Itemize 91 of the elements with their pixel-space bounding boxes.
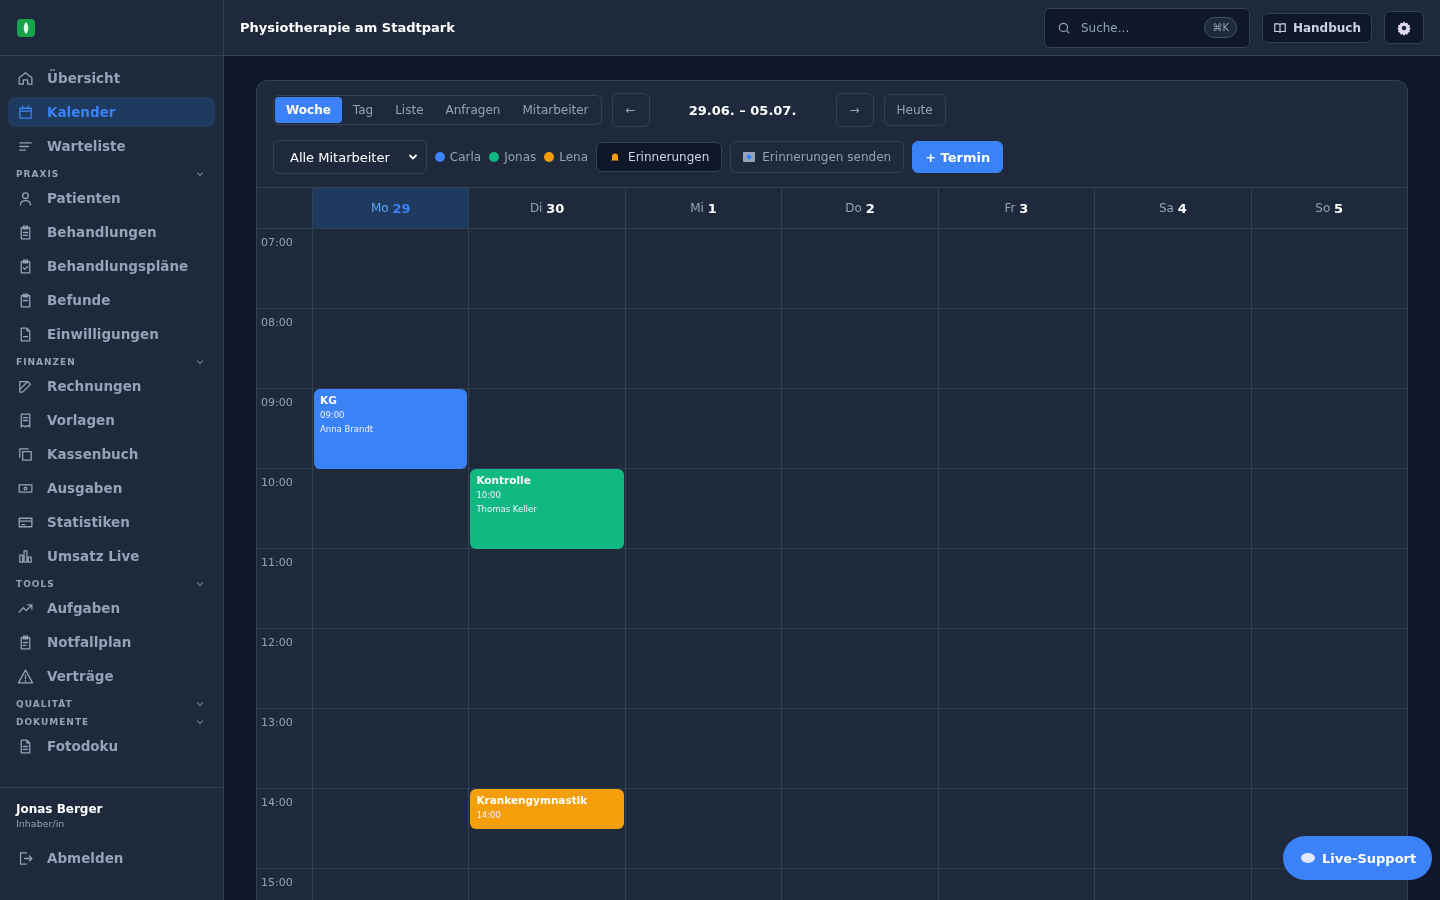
view-tab[interactable]: Tag: [341, 97, 385, 123]
nav-item[interactable]: Behandlungen: [8, 217, 215, 247]
logout-link[interactable]: Abmelden: [8, 843, 215, 873]
day-header[interactable]: Mi 1: [625, 188, 782, 229]
section-heading: TOOLS: [16, 579, 55, 589]
staff-name: Jonas: [504, 150, 537, 164]
nav-item[interactable]: Warteliste: [8, 131, 215, 161]
day-header[interactable]: Mo 29: [313, 188, 469, 229]
view-tab[interactable]: Mitarbeiter: [511, 97, 600, 123]
shortcut-badge: ⌘K: [1204, 17, 1237, 38]
section-heading: QUALITÄT: [16, 699, 73, 709]
nav-item[interactable]: Rechnungen: [8, 371, 215, 401]
settings-button[interactable]: [1384, 11, 1424, 44]
appointment-title: KG: [320, 394, 338, 406]
nav-item[interactable]: Befunde: [8, 285, 215, 315]
user-icon: [17, 189, 34, 207]
previous-button[interactable]: ←: [611, 93, 650, 127]
settings-icon: [1396, 19, 1412, 36]
nav-item[interactable]: Umsatz Live: [8, 541, 215, 571]
chevron-down-icon[interactable]: [195, 579, 205, 589]
hour-label: 13:00: [260, 715, 294, 729]
hour-label: 12:00: [260, 635, 294, 649]
view-tab[interactable]: Anfragen: [434, 97, 512, 123]
section-heading: DOKUMENTE: [16, 717, 90, 727]
nav-item[interactable]: Aufgaben: [8, 593, 215, 623]
day-header[interactable]: Di 30: [469, 188, 625, 229]
nav-item[interactable]: Statistiken: [8, 507, 215, 537]
warning-icon: [17, 667, 34, 685]
page-title: Physiotherapie am Stadtpark: [240, 20, 456, 35]
appointment-time: 14:00: [476, 810, 502, 820]
hour-label: 15:00: [260, 875, 294, 889]
hour-label: 10:00: [260, 475, 294, 489]
nav-item[interactable]: Ausgaben: [8, 473, 215, 503]
appointment-time: 10:00: [476, 490, 502, 500]
chevron-down-icon: [407, 152, 418, 162]
hour-label: 09:00: [260, 395, 294, 409]
section-heading: FINANZEN: [16, 357, 76, 367]
appointment-block[interactable]: KG 09:00 Anna Brandt: [314, 389, 468, 469]
reminders-button[interactable]: Erinnerungen: [596, 142, 723, 172]
appointment-title: Krankengymnastik: [476, 794, 589, 806]
day-header[interactable]: So 5: [1251, 188, 1407, 229]
today-button[interactable]: Heute: [883, 94, 946, 126]
hour-label: 11:00: [260, 555, 294, 569]
section-heading: PRAXIS: [16, 169, 60, 179]
nav-item[interactable]: Fotodoku: [8, 731, 215, 761]
leaf-logo-icon: [17, 18, 35, 37]
chevron-down-icon[interactable]: [195, 169, 205, 179]
nav-item[interactable]: Notfallplan: [8, 627, 215, 657]
patient-name: Thomas Keller: [476, 504, 538, 514]
day-header[interactable]: Fr 3: [938, 188, 1095, 229]
book-icon: [1272, 20, 1287, 35]
nav-item[interactable]: Verträge: [8, 661, 215, 691]
nav-item[interactable]: Vorlagen: [8, 405, 215, 435]
view-tab[interactable]: Liste: [384, 97, 435, 123]
nav-item[interactable]: Übersicht: [8, 63, 215, 93]
hour-label: 14:00: [260, 795, 294, 809]
user-name: Jonas Berger: [14, 802, 104, 816]
day-header[interactable]: Sa 4: [1095, 188, 1251, 229]
chevron-down-icon[interactable]: [195, 357, 205, 367]
view-tab[interactable]: Woche: [275, 97, 342, 123]
patient-name: Anna Brandt: [320, 424, 375, 434]
day-header[interactable]: Do 2: [782, 188, 938, 229]
live-support-button[interactable]: Live-Support: [1283, 836, 1433, 880]
user-role: Inhaber/in: [15, 818, 66, 829]
new-appointment-button[interactable]: + Termin: [912, 141, 1004, 173]
staff-name: Carla: [449, 150, 482, 164]
search-icon: [1056, 20, 1071, 35]
calendar-icon: [17, 103, 34, 121]
hour-label: 08:00: [260, 315, 294, 329]
date-range: 29.06. – 05.07.: [687, 102, 798, 118]
hour-label: 07:00: [260, 235, 294, 249]
bar-chart-icon: [17, 547, 34, 565]
nav-item[interactable]: Kalender: [8, 97, 215, 127]
nav-item[interactable]: Einwilligungen: [8, 319, 215, 349]
copy-icon: [17, 445, 34, 463]
nav-item[interactable]: Behandlungspläne: [8, 251, 215, 281]
staff-name: Lena: [559, 150, 589, 164]
home-icon: [17, 69, 34, 87]
chat-bubble-icon: [1301, 853, 1315, 863]
nav-item[interactable]: Patienten: [8, 183, 215, 213]
staff-select[interactable]: Alle Mitarbeiter: [273, 140, 427, 174]
send-reminders-button[interactable]: Erinnerungen senden: [730, 141, 905, 173]
logout-icon: [17, 849, 34, 867]
envelope-icon: [743, 152, 756, 162]
manual-button[interactable]: Handbuch: [1261, 12, 1372, 43]
next-button[interactable]: →: [835, 93, 874, 127]
appointment-title: Kontrolle: [476, 474, 532, 486]
nav-item[interactable]: Kassenbuch: [8, 439, 215, 469]
search-field[interactable]: Suche...: [1078, 19, 1197, 36]
bell-icon: [609, 151, 622, 163]
appointment-time: 09:00: [320, 410, 346, 420]
